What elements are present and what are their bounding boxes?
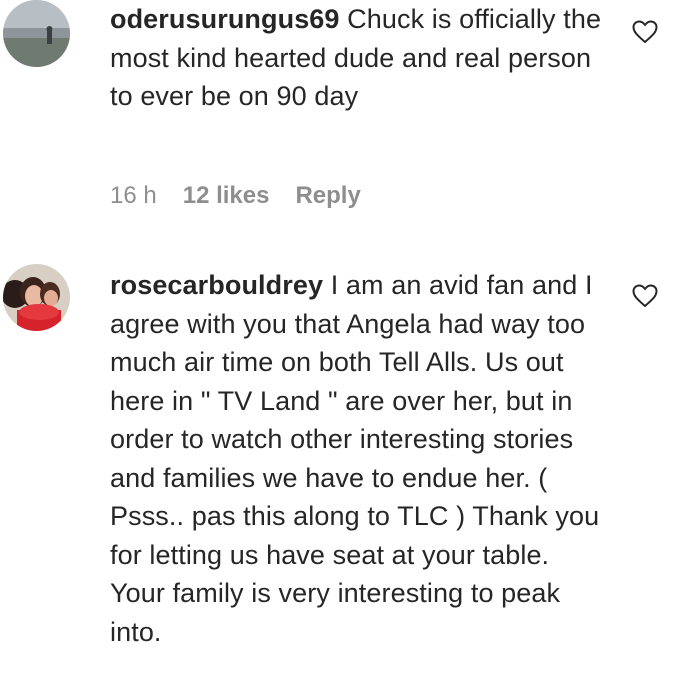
avatar-image: [3, 0, 70, 67]
heart-outline-icon[interactable]: [632, 284, 658, 308]
comment-text: rosecarbouldrey I am an avid fan and I a…: [110, 266, 610, 651]
heart-outline-icon[interactable]: [632, 20, 658, 44]
avatar[interactable]: [3, 0, 70, 67]
avatar-image: [3, 264, 70, 331]
comment-body: I am an avid fan and I agree with you th…: [110, 270, 600, 647]
comment-item: oderusurungus69 Chuck is officially the …: [0, 0, 680, 240]
comment-item: rosecarbouldrey I am an avid fan and I a…: [0, 262, 680, 696]
comment-likes[interactable]: 12 likes: [183, 182, 270, 210]
comment-text: oderusurungus69 Chuck is officially the …: [110, 0, 610, 116]
comment-username[interactable]: rosecarbouldrey: [110, 270, 323, 300]
comment-time[interactable]: 16 h: [110, 182, 157, 210]
comment-meta: 16 h 12 likes Reply: [110, 182, 361, 210]
reply-button[interactable]: Reply: [295, 182, 360, 210]
avatar[interactable]: [3, 264, 70, 331]
comment-username[interactable]: oderusurungus69: [110, 4, 340, 34]
